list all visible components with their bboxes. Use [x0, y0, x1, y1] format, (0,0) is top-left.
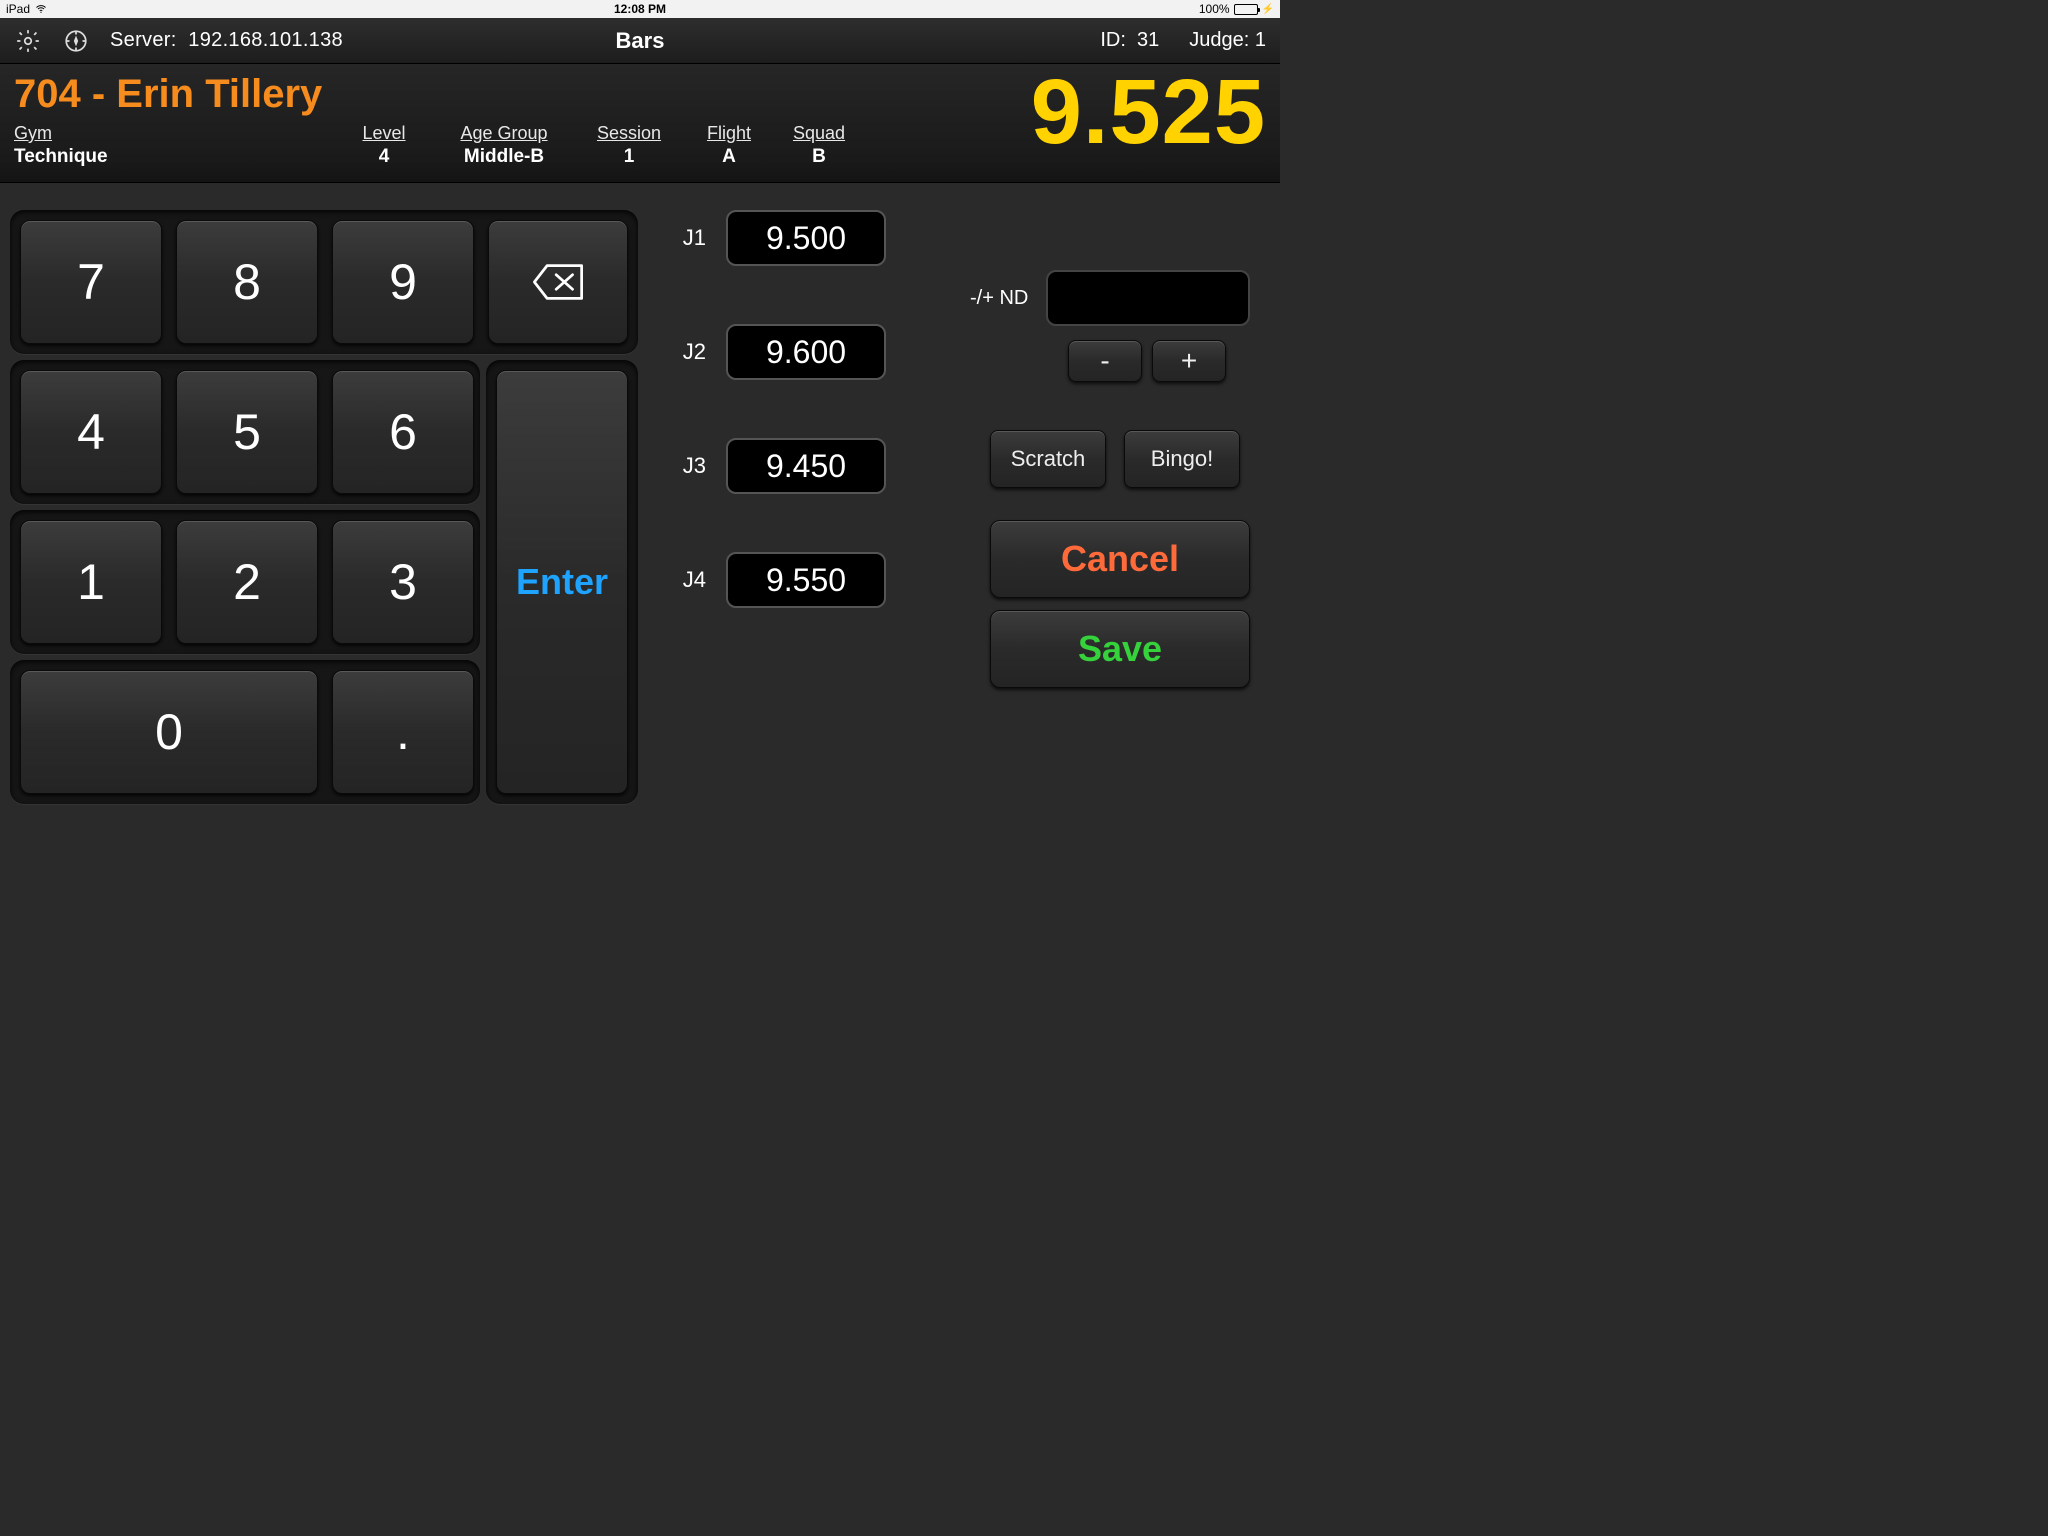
key-2[interactable]: 2	[176, 520, 318, 644]
key-8[interactable]: 8	[176, 220, 318, 344]
cancel-button[interactable]: Cancel	[990, 520, 1250, 598]
key-6[interactable]: 6	[332, 370, 474, 494]
flight-value: A	[722, 146, 736, 168]
nd-label: -/+ ND	[970, 287, 1028, 310]
battery-icon	[1234, 4, 1258, 15]
flight-label: Flight	[707, 123, 751, 144]
app-header: Server: 192.168.101.138 Bars ID: 31 Judg…	[0, 18, 1280, 64]
event-title: Bars	[616, 28, 665, 54]
server-info: Server: 192.168.101.138	[110, 29, 343, 52]
j2-value[interactable]: 9.600	[726, 324, 886, 380]
nd-minus-button[interactable]: -	[1068, 340, 1142, 382]
level-value: 4	[379, 146, 390, 168]
squad-label: Squad	[793, 123, 845, 144]
j4-label: J4	[670, 567, 706, 593]
j1-value[interactable]: 9.500	[726, 210, 886, 266]
j1-label: J1	[670, 225, 706, 251]
id-info: ID: 31	[1100, 29, 1159, 52]
judge-info: Judge: 1	[1189, 29, 1266, 52]
session-label: Session	[597, 123, 661, 144]
gym-value: Technique	[14, 146, 334, 168]
judge-scores: J1 9.500 J2 9.600 J3 9.450 J4 9.550	[670, 210, 930, 666]
level-label: Level	[362, 123, 405, 144]
key-dot[interactable]: .	[332, 670, 474, 794]
session-value: 1	[624, 146, 635, 168]
nd-value[interactable]	[1046, 270, 1250, 326]
neutral-deduction: -/+ ND - +	[970, 270, 1250, 382]
save-button[interactable]: Save	[990, 610, 1250, 688]
key-5[interactable]: 5	[176, 370, 318, 494]
scratch-button[interactable]: Scratch	[990, 430, 1106, 488]
j3-value[interactable]: 9.450	[726, 438, 886, 494]
agegroup-label: Age Group	[460, 123, 547, 144]
j3-label: J3	[670, 453, 706, 479]
status-time: 12:08 PM	[614, 2, 666, 16]
key-4[interactable]: 4	[20, 370, 162, 494]
wifi-icon	[35, 3, 47, 15]
ios-status-bar: iPad 12:08 PM 100% ⚡	[0, 0, 1280, 18]
key-1[interactable]: 1	[20, 520, 162, 644]
squad-value: B	[812, 146, 826, 168]
key-3[interactable]: 3	[332, 520, 474, 644]
key-7[interactable]: 7	[20, 220, 162, 344]
key-0[interactable]: 0	[20, 670, 318, 794]
gym-label: Gym	[14, 123, 334, 144]
nd-plus-button[interactable]: +	[1152, 340, 1226, 382]
key-backspace[interactable]	[488, 220, 628, 344]
key-enter[interactable]: Enter	[496, 370, 628, 794]
charging-icon: ⚡	[1262, 4, 1274, 15]
j2-label: J2	[670, 339, 706, 365]
device-label: iPad	[6, 2, 30, 16]
key-9[interactable]: 9	[332, 220, 474, 344]
gear-icon[interactable]	[14, 27, 42, 55]
bingo-button[interactable]: Bingo!	[1124, 430, 1240, 488]
compass-icon[interactable]	[62, 27, 90, 55]
score-display: 9.525	[1031, 60, 1266, 165]
battery-percent: 100%	[1199, 2, 1230, 16]
agegroup-value: Middle-B	[464, 146, 544, 168]
athlete-info: 704 - Erin Tillery Gym Technique Level 4…	[0, 64, 1280, 183]
j4-value[interactable]: 9.550	[726, 552, 886, 608]
